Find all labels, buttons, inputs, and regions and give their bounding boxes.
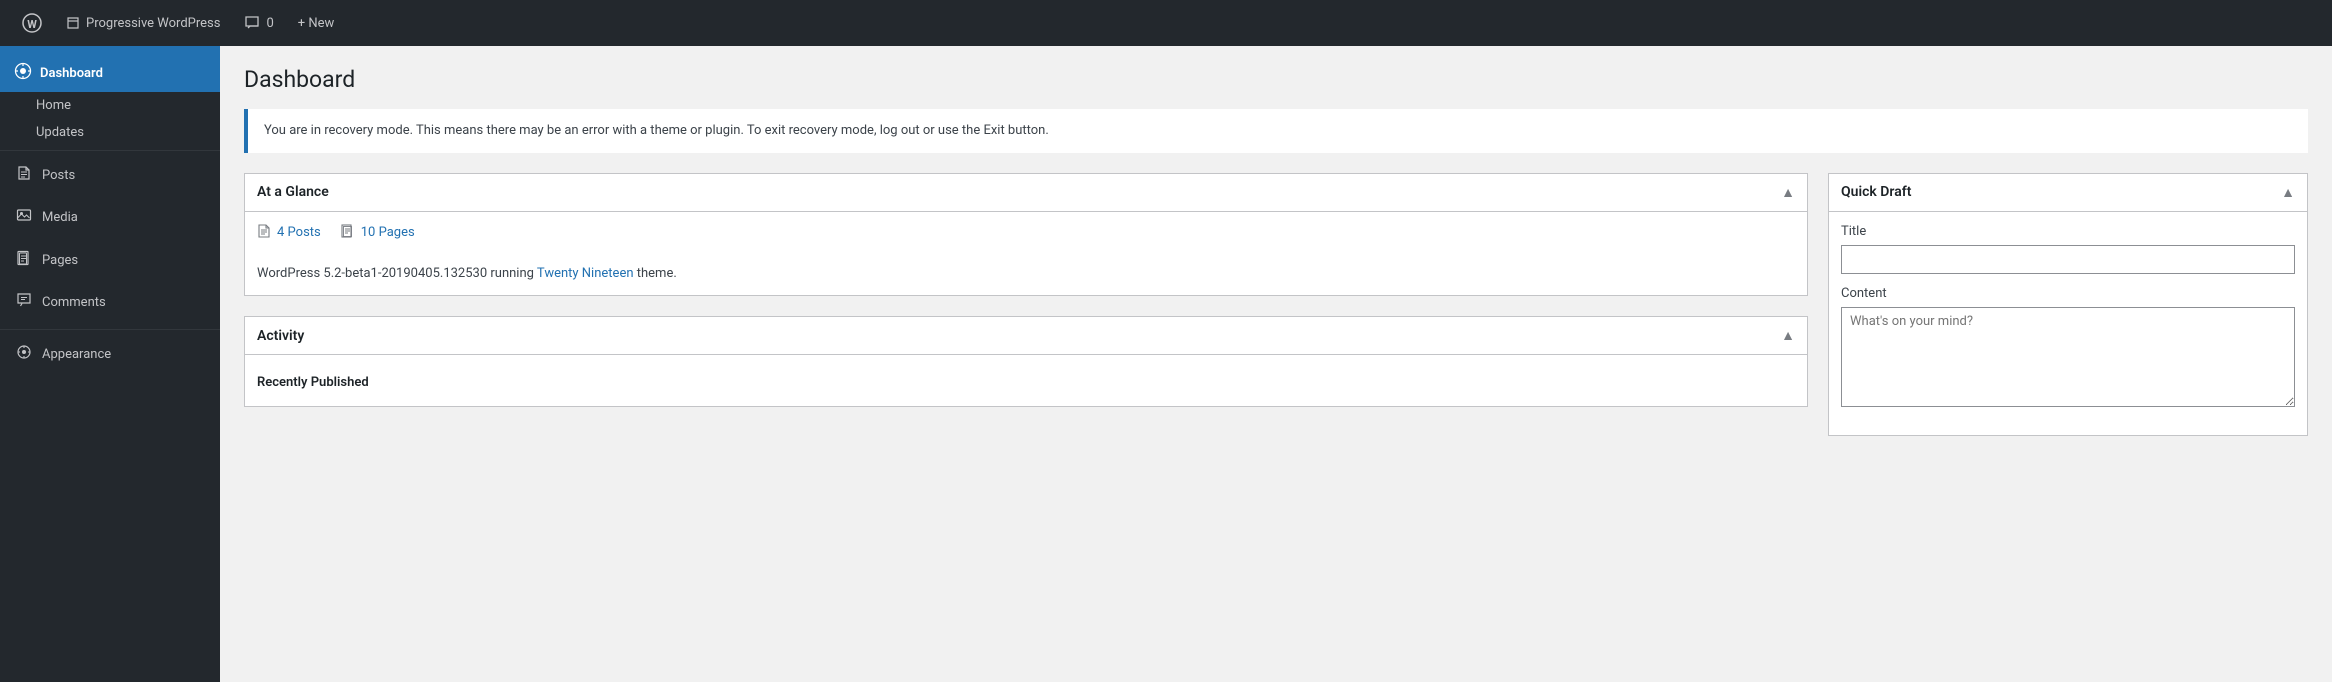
title-input[interactable] <box>1841 245 2295 274</box>
home-label: Home <box>36 98 71 113</box>
pages-stat-icon <box>341 224 355 242</box>
recovery-notice-text: You are in recovery mode. This means the… <box>264 123 1049 138</box>
activity-toggle[interactable]: ▲ <box>1781 327 1795 344</box>
content-input[interactable] <box>1841 307 2295 407</box>
pages-icon <box>14 250 34 272</box>
admin-bar: W Progressive WordPress 0 + New <box>0 0 2332 46</box>
activity-widget: Activity ▲ Recently Published <box>244 316 1808 407</box>
quick-draft-body: Title Content <box>1829 212 2307 435</box>
pages-label: Pages <box>42 252 78 270</box>
svg-text:W: W <box>27 18 37 31</box>
glance-version-text: WordPress 5.2-beta1-20190405.132530 runn… <box>257 266 537 281</box>
sidebar: Dashboard Home Updates Posts <box>0 46 220 682</box>
content-label: Content <box>1841 286 2295 301</box>
page-title: Dashboard <box>244 66 2308 93</box>
sidebar-item-home[interactable]: Home <box>0 92 220 119</box>
sidebar-item-dashboard[interactable]: Dashboard <box>0 46 220 92</box>
title-label: Title <box>1841 224 2295 239</box>
glance-wp-version: WordPress 5.2-beta1-20190405.132530 runn… <box>257 264 1795 284</box>
at-a-glance-title: At a Glance <box>257 184 329 200</box>
main-layout: Dashboard Home Updates Posts <box>0 46 2332 682</box>
posts-stat-icon <box>257 224 271 242</box>
comments-sidebar-icon <box>14 292 34 314</box>
new-content-button[interactable]: + New <box>288 0 345 46</box>
comments-sidebar-label: Comments <box>42 294 106 312</box>
dashboard-icon <box>14 62 32 84</box>
new-label: + New <box>298 16 335 31</box>
posts-stat-link[interactable]: 4 Posts <box>257 224 321 242</box>
sidebar-item-appearance[interactable]: Appearance <box>0 334 220 376</box>
sidebar-divider-1 <box>0 150 220 151</box>
updates-label: Updates <box>36 125 84 140</box>
activity-header: Activity ▲ <box>245 317 1807 355</box>
media-label: Media <box>42 209 78 227</box>
glance-stats: 4 Posts 10 Pages <box>257 224 1795 252</box>
appearance-label: Appearance <box>42 346 111 364</box>
quick-draft-toggle[interactable]: ▲ <box>2281 184 2295 201</box>
dashboard-grid: At a Glance ▲ <box>244 173 2308 436</box>
quick-draft-title: Quick Draft <box>1841 184 1911 200</box>
content-field: Content <box>1841 286 2295 411</box>
at-a-glance-widget: At a Glance ▲ <box>244 173 1808 297</box>
quick-draft-header: Quick Draft ▲ <box>1829 174 2307 212</box>
activity-body: Recently Published <box>245 355 1807 406</box>
site-name-button[interactable]: Progressive WordPress <box>56 0 230 46</box>
right-column: Quick Draft ▲ Title Content <box>1828 173 2308 436</box>
quick-draft-widget: Quick Draft ▲ Title Content <box>1828 173 2308 436</box>
comments-button[interactable]: 0 <box>234 0 283 46</box>
appearance-icon <box>14 344 34 366</box>
media-icon <box>14 207 34 229</box>
wp-logo-button[interactable]: W <box>12 0 52 46</box>
activity-title: Activity <box>257 328 304 344</box>
recovery-notice: You are in recovery mode. This means the… <box>244 109 2308 153</box>
recently-published-label: Recently Published <box>257 367 1795 394</box>
glance-theme-suffix: theme. <box>634 266 677 281</box>
site-name-label: Progressive WordPress <box>86 16 220 31</box>
at-a-glance-header: At a Glance ▲ <box>245 174 1807 212</box>
pages-stat-link[interactable]: 10 Pages <box>341 224 415 242</box>
posts-stat-count: 4 Posts <box>277 225 321 240</box>
sidebar-item-media[interactable]: Media <box>0 197 220 239</box>
at-a-glance-toggle[interactable]: ▲ <box>1781 184 1795 201</box>
dashboard-label: Dashboard <box>40 66 103 81</box>
main-content: Dashboard You are in recovery mode. This… <box>220 46 2332 682</box>
sidebar-item-pages[interactable]: Pages <box>0 240 220 282</box>
sidebar-item-posts[interactable]: Posts <box>0 155 220 197</box>
theme-link[interactable]: Twenty Nineteen <box>537 266 634 281</box>
sidebar-divider-2 <box>0 329 220 330</box>
pages-stat-count: 10 Pages <box>361 225 415 240</box>
sidebar-item-updates[interactable]: Updates <box>0 119 220 146</box>
sidebar-item-comments[interactable]: Comments <box>0 282 220 324</box>
left-column: At a Glance ▲ <box>244 173 1808 436</box>
at-a-glance-body: 4 Posts 10 Pages <box>245 212 1807 296</box>
posts-icon <box>14 165 34 187</box>
title-field: Title <box>1841 224 2295 274</box>
posts-label: Posts <box>42 167 75 185</box>
comments-count: 0 <box>266 16 273 31</box>
